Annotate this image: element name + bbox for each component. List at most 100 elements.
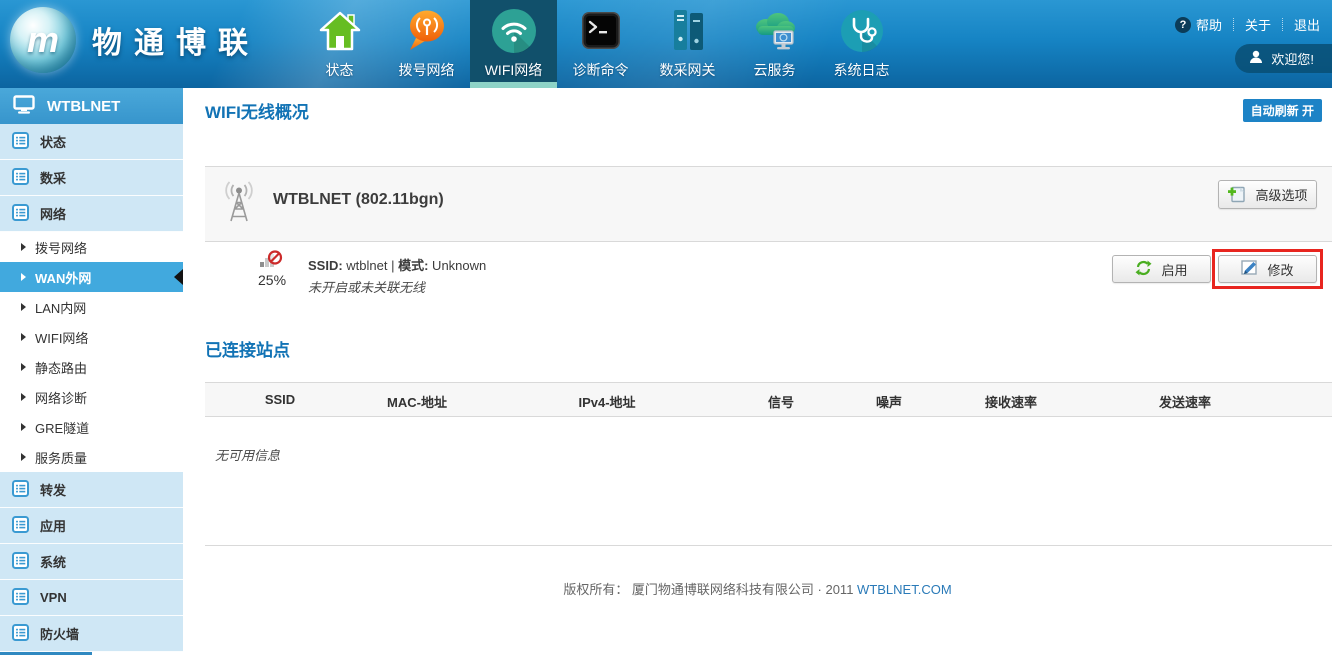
sidebar-item-qos[interactable]: 服务质量 bbox=[0, 442, 183, 472]
welcome-badge[interactable]: 欢迎您! bbox=[1235, 44, 1332, 73]
nav-tab-gateway[interactable]: 数采网关 bbox=[644, 0, 731, 88]
stations-table-header: SSID MAC-地址 IPv4-地址 信号 噪声 接收速率 发送速率 bbox=[205, 382, 1332, 417]
sidebar-item-label: 拨号网络 bbox=[35, 238, 87, 257]
advanced-options-label: 高级选项 bbox=[1255, 185, 1307, 204]
sidebar-item-label: 网络 bbox=[40, 204, 66, 223]
list-icon bbox=[12, 552, 29, 572]
col-signal: 信号 bbox=[768, 392, 794, 411]
list-icon bbox=[12, 588, 29, 608]
nav-tab-status[interactable]: 状态 bbox=[296, 0, 383, 88]
help-link[interactable]: ? 帮助 bbox=[1175, 15, 1222, 34]
sidebar-item-data-collect[interactable]: 数采 bbox=[0, 160, 183, 196]
arrow-right-icon bbox=[21, 303, 26, 311]
nav-tab-cloud[interactable]: 云服务 bbox=[731, 0, 818, 88]
about-link[interactable]: 关于 bbox=[1245, 15, 1271, 34]
advanced-options-button[interactable]: 高级选项 bbox=[1218, 180, 1317, 209]
sidebar-item-forwarding[interactable]: 转发 bbox=[0, 472, 183, 508]
sidebar-item-net-diagnose[interactable]: 网络诊断 bbox=[0, 382, 183, 412]
about-label: 关于 bbox=[1245, 15, 1271, 34]
monitor-icon bbox=[13, 95, 35, 118]
col-noise: 噪声 bbox=[876, 392, 902, 411]
connected-stations-title: 已连接站点 bbox=[205, 336, 290, 361]
brand-logo: m 物通博联 bbox=[10, 7, 260, 73]
sidebar-item-vpn[interactable]: VPN bbox=[0, 580, 183, 616]
sidebar-item-label: 数采 bbox=[40, 168, 66, 187]
antenna-tower-icon bbox=[220, 181, 258, 228]
list-icon bbox=[12, 168, 29, 188]
enable-label: 启用 bbox=[1161, 260, 1187, 279]
ssid-label: SSID: bbox=[308, 258, 343, 273]
col-mac: MAC-地址 bbox=[387, 392, 447, 411]
main-content: WIFI无线概况 自动刷新 开 WTBLNET (802.11bgn) bbox=[183, 88, 1332, 655]
sidebar-item-label: 应用 bbox=[40, 516, 66, 535]
footer-divider bbox=[205, 545, 1332, 546]
ssid-info-line: SSID: wtblnet | 模式: Unknown bbox=[308, 255, 486, 274]
sidebar-item-label: GRE隧道 bbox=[35, 418, 89, 437]
router-admin-screen: m 物通博联 状态 bbox=[0, 0, 1332, 655]
footer: 版权所有： 厦门物通博联网络科技有限公司 · 2011 WTBLNET.COM bbox=[183, 579, 1332, 598]
user-icon bbox=[1249, 50, 1263, 67]
enable-button[interactable]: 启用 bbox=[1112, 255, 1211, 283]
nav-tab-label: 系统日志 bbox=[834, 60, 890, 80]
copyright-text: 版权所有： 厦门物通博联网络科技有限公司 · 2011 bbox=[563, 582, 857, 597]
nav-tab-dialup[interactable]: 拨号网络 bbox=[383, 0, 470, 88]
modify-label: 修改 bbox=[1267, 260, 1293, 279]
page-title: WIFI无线概况 bbox=[205, 98, 309, 123]
sidebar-item-label: 网络诊断 bbox=[35, 388, 87, 407]
nav-tab-label: 数采网关 bbox=[660, 60, 716, 80]
sidebar-item-network[interactable]: 网络 bbox=[0, 196, 183, 232]
footer-link[interactable]: WTBLNET.COM bbox=[857, 582, 952, 597]
col-rx-rate: 接收速率 bbox=[985, 392, 1037, 411]
sidebar-item-label: VPN bbox=[40, 590, 67, 605]
refresh-icon bbox=[1135, 260, 1152, 279]
sidebar-item-label: 状态 bbox=[40, 132, 66, 151]
sidebar-item-label: 转发 bbox=[40, 480, 66, 499]
terminal-icon bbox=[580, 6, 622, 56]
wifi-overview-panel: WTBLNET (802.11bgn) 高级选项 bbox=[205, 166, 1332, 242]
sidebar-item-applications[interactable]: 应用 bbox=[0, 508, 183, 544]
top-header: m 物通博联 状态 bbox=[0, 0, 1332, 88]
modify-button[interactable]: 修改 bbox=[1218, 255, 1317, 283]
sidebar-item-dialup[interactable]: 拨号网络 bbox=[0, 232, 183, 262]
col-ipv4: IPv4-地址 bbox=[578, 392, 635, 411]
logo-monogram: m bbox=[27, 19, 59, 61]
nav-tab-syslog[interactable]: 系统日志 bbox=[818, 0, 905, 88]
sidebar-item-label: 服务质量 bbox=[35, 448, 87, 467]
page-plus-icon bbox=[1227, 184, 1246, 206]
nav-tab-label: WIFI网络 bbox=[485, 60, 543, 80]
list-icon bbox=[12, 624, 29, 644]
stethoscope-icon bbox=[840, 6, 884, 56]
list-icon bbox=[12, 480, 29, 500]
sidebar-item-wan[interactable]: WAN外网 bbox=[0, 262, 183, 292]
logout-link[interactable]: 退出 bbox=[1294, 15, 1320, 34]
welcome-label: 欢迎您! bbox=[1271, 49, 1314, 68]
list-icon bbox=[12, 204, 29, 224]
sidebar-item-lan[interactable]: LAN内网 bbox=[0, 292, 183, 322]
nav-tab-diagnostics[interactable]: 诊断命令 bbox=[557, 0, 644, 88]
sidebar-item-status[interactable]: 状态 bbox=[0, 124, 183, 160]
mode-label: 模式: bbox=[398, 258, 428, 273]
arrow-right-icon bbox=[21, 363, 26, 371]
sidebar-item-label: 系统 bbox=[40, 552, 66, 571]
nav-tab-wifi[interactable]: WIFI网络 bbox=[470, 0, 557, 88]
sidebar-item-gre[interactable]: GRE隧道 bbox=[0, 412, 183, 442]
sidebar-item-system[interactable]: 系统 bbox=[0, 544, 183, 580]
wifi-status-text: 未开启或未关联无线 bbox=[308, 277, 425, 296]
nav-tab-label: 状态 bbox=[326, 60, 354, 80]
home-icon bbox=[318, 6, 362, 56]
sidebar-item-static-route[interactable]: 静态路由 bbox=[0, 352, 183, 382]
wifi-network-title: WTBLNET (802.11bgn) bbox=[273, 191, 444, 209]
sidebar-item-label: WAN外网 bbox=[35, 268, 91, 287]
logo-sphere-icon: m bbox=[10, 7, 76, 73]
arrow-right-icon bbox=[21, 393, 26, 401]
sidebar-device-header: WTBLNET bbox=[0, 88, 183, 124]
logout-label: 退出 bbox=[1294, 15, 1320, 34]
no-data-message: 无可用信息 bbox=[215, 445, 280, 464]
wifi-icon bbox=[491, 6, 537, 56]
sidebar-item-wifi[interactable]: WIFI网络 bbox=[0, 322, 183, 352]
sidebar-item-firewall[interactable]: 防火墙 bbox=[0, 616, 183, 652]
links-divider bbox=[1233, 18, 1234, 31]
auto-refresh-toggle[interactable]: 自动刷新 开 bbox=[1243, 99, 1322, 122]
links-divider bbox=[1282, 18, 1283, 31]
signal-disabled-icon bbox=[259, 249, 283, 274]
